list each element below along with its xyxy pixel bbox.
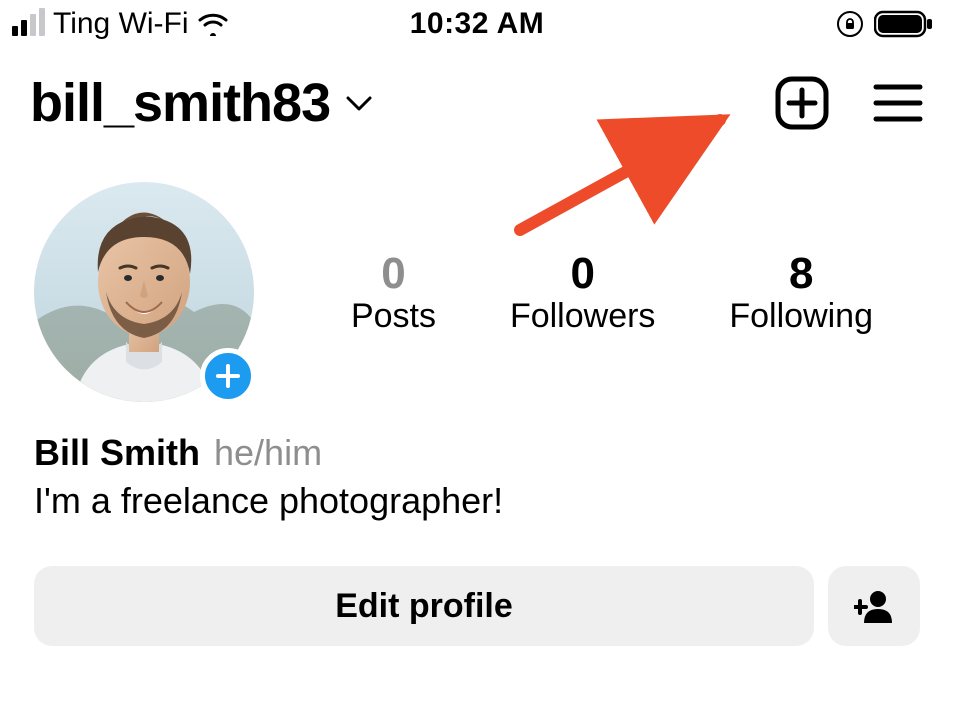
chevron-down-icon — [344, 93, 374, 113]
username-switcher[interactable]: bill_smith83 — [30, 72, 374, 134]
stat-followers-label: Followers — [510, 297, 655, 336]
edit-profile-button[interactable]: Edit profile — [34, 566, 814, 646]
profile-bio: Bill Smith he/him I'm a freelance photog… — [0, 402, 954, 522]
bio-name-line: Bill Smith he/him — [34, 432, 920, 474]
avatar-wrap[interactable] — [34, 182, 254, 402]
carrier-label: Ting Wi-Fi — [53, 7, 189, 41]
display-name: Bill Smith — [34, 432, 200, 474]
stat-following-label: Following — [729, 297, 873, 336]
profile-header: bill_smith83 — [0, 44, 954, 134]
stat-posts[interactable]: 0 Posts — [351, 249, 436, 336]
status-left: Ting Wi-Fi — [12, 7, 229, 41]
create-post-button[interactable] — [774, 75, 830, 131]
cellular-signal-icon — [12, 12, 45, 36]
profile-row: 0 Posts 0 Followers 8 Following — [0, 134, 954, 402]
bio-text: I'm a freelance photographer! — [34, 480, 920, 522]
menu-button[interactable] — [872, 81, 924, 125]
pronouns: he/him — [214, 432, 322, 474]
header-actions — [774, 75, 924, 131]
stat-posts-value: 0 — [381, 249, 405, 299]
profile-stats: 0 Posts 0 Followers 8 Following — [254, 249, 920, 336]
status-bar: Ting Wi-Fi 10:32 AM — [0, 0, 954, 44]
stat-following-value: 8 — [789, 249, 813, 299]
battery-icon — [874, 10, 934, 38]
add-story-button[interactable] — [200, 348, 256, 404]
stat-posts-label: Posts — [351, 297, 436, 336]
stat-followers[interactable]: 0 Followers — [510, 249, 655, 336]
username-label: bill_smith83 — [30, 72, 330, 134]
wifi-icon — [197, 12, 229, 36]
stat-followers-value: 0 — [570, 249, 594, 299]
clock-time: 10:32 AM — [410, 7, 545, 41]
rotation-lock-icon — [836, 10, 864, 38]
status-right — [836, 10, 934, 38]
profile-actions: Edit profile — [0, 522, 954, 646]
add-person-icon — [854, 589, 894, 623]
stat-following[interactable]: 8 Following — [729, 249, 873, 336]
discover-people-button[interactable] — [828, 566, 920, 646]
plus-icon — [214, 362, 242, 390]
